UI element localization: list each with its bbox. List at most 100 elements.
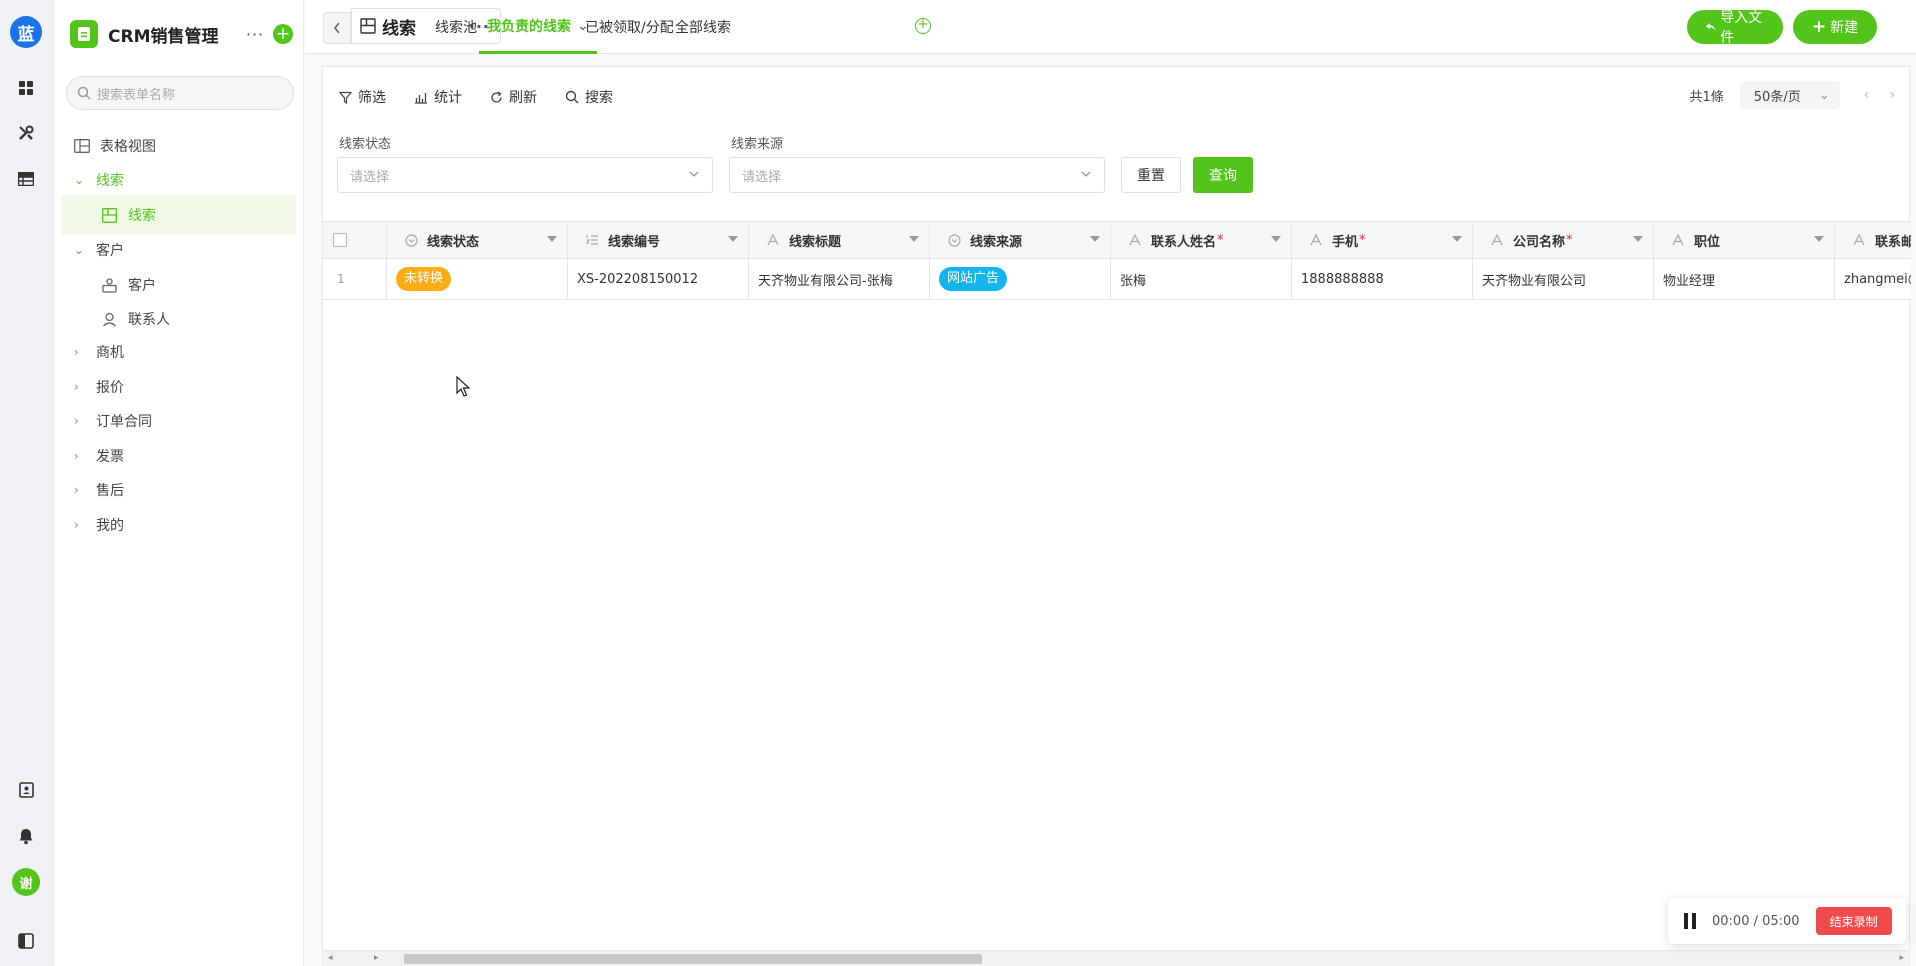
email-cell[interactable]: zhangmei@ (1835, 259, 1911, 299)
column-menu-icon[interactable] (909, 236, 919, 242)
source-filter-select[interactable]: 请选择 (729, 157, 1105, 193)
chevron-right-icon: › (74, 449, 79, 463)
table-row[interactable]: 1 未转换 XS-202208150012 天齐物业有限公司-张梅 网站广告 张… (323, 259, 1911, 300)
refresh-icon (491, 90, 502, 103)
chevron-right-icon: › (74, 345, 79, 359)
tools-icon[interactable] (15, 122, 37, 144)
text-field-icon (767, 234, 783, 246)
column-header[interactable]: 线索状态 (387, 222, 568, 258)
column-header[interactable]: 手机 * (1292, 222, 1473, 258)
status-filter-select[interactable]: 请选择 (337, 157, 713, 193)
new-record-button[interactable]: + 新建 (1793, 10, 1877, 44)
text-field-icon (1853, 234, 1869, 246)
column-header[interactable]: 线索标题 (749, 222, 930, 258)
prev-page-icon[interactable]: ‹ (1864, 87, 1870, 103)
sidebar-group-orders[interactable]: › 订单合同 (62, 401, 296, 441)
source-cell[interactable]: 网站广告 (930, 259, 1111, 299)
filter-button[interactable]: 筛选 (339, 87, 386, 107)
scroll-right-small-icon[interactable]: ▸ (374, 953, 379, 963)
total-count: 共1條 (1689, 89, 1724, 105)
next-page-icon[interactable]: › (1889, 87, 1895, 103)
column-header[interactable]: 线索来源 (930, 222, 1111, 258)
tab-lead-pool[interactable]: 线索池 (435, 0, 477, 54)
pause-icon[interactable] (1684, 913, 1696, 929)
sidebar-group-customers[interactable]: ⌄ 客户 (62, 230, 296, 270)
required-mark: * (1359, 232, 1366, 248)
code-cell[interactable]: XS-202208150012 (568, 259, 749, 299)
customer-icon (102, 276, 120, 294)
bell-icon[interactable] (15, 825, 37, 847)
status-cell[interactable]: 未转换 (387, 259, 568, 299)
add-icon[interactable]: + (273, 24, 293, 44)
recording-widget: 00:00 / 05:00 结束录制 (1668, 898, 1906, 944)
stats-button[interactable]: 统计 (414, 87, 462, 107)
column-header[interactable]: 职位 (1654, 222, 1835, 258)
column-menu-icon[interactable] (547, 236, 557, 242)
column-menu-icon[interactable] (1090, 236, 1100, 242)
grid-icon[interactable] (15, 77, 37, 99)
contact-cell[interactable]: 张梅 (1111, 259, 1292, 299)
recording-time: 00:00 / 05:00 (1712, 913, 1800, 929)
column-header[interactable]: 联系人姓名 * (1111, 222, 1292, 258)
app-icon (70, 20, 98, 48)
sidebar-group-after-sales[interactable]: › 售后 (62, 470, 296, 510)
add-tab-icon[interactable]: + (915, 18, 931, 34)
text-field-icon (1310, 234, 1326, 246)
chevron-right-icon: › (74, 414, 79, 428)
back-button[interactable] (323, 12, 351, 44)
import-file-button[interactable]: 导入文件 (1687, 10, 1783, 46)
chevron-down-icon: ⌄ (1818, 87, 1830, 103)
refresh-button[interactable]: 刷新 (490, 87, 537, 107)
table-header-row: 线索状态 线索编号 线索标题 线索来源 联系人姓名 * 手机 * 公司名称 * … (323, 222, 1911, 259)
stop-recording-button[interactable]: 结束录制 (1815, 907, 1892, 935)
brand-logo[interactable]: 蓝 (10, 16, 42, 48)
column-header[interactable]: 公司名称 * (1473, 222, 1654, 258)
chevron-down-icon (689, 171, 699, 177)
sidebar-group-mine[interactable]: › 我的 (62, 505, 296, 545)
sidebar-group-leads[interactable]: ⌄ 线索 (62, 160, 296, 200)
data-grid: 线索状态 线索编号 线索标题 线索来源 联系人姓名 * 手机 * 公司名称 * … (323, 221, 1911, 966)
sidebar-toggle-icon[interactable] (15, 930, 37, 952)
column-menu-icon[interactable] (1633, 236, 1643, 242)
filter-icon (339, 91, 352, 104)
tab-claimed-assigned[interactable]: 已被领取/分配 (585, 0, 674, 54)
user-avatar[interactable]: 谢 (12, 868, 40, 896)
status-filter-label: 线索状态 (339, 137, 392, 152)
icon-rail: 蓝 谢 (0, 0, 54, 966)
scroll-right-icon[interactable]: ▸ (1899, 953, 1904, 963)
app-title: CRM销售管理 (108, 26, 219, 47)
form-search-input[interactable]: 搜索表单名称 (66, 76, 294, 110)
page-size-select[interactable]: 50条/页 ⌄ (1739, 81, 1840, 109)
column-menu-icon[interactable] (728, 236, 738, 242)
table-icon[interactable] (15, 168, 37, 190)
column-menu-icon[interactable] (1814, 236, 1824, 242)
reset-button[interactable]: 重置 (1121, 157, 1181, 193)
more-icon[interactable]: ··· (243, 25, 267, 44)
chevron-right-icon: › (74, 483, 79, 497)
phone-cell[interactable]: 1888888888 (1292, 259, 1473, 299)
search-button[interactable]: 搜索 (565, 87, 613, 107)
title-cell[interactable]: 天齐物业有限公司-张梅 (749, 259, 930, 299)
horizontal-scrollbar[interactable]: ◂ ▸ ▸ (322, 950, 1910, 966)
column-menu-icon[interactable] (1452, 236, 1462, 242)
select-all-checkbox[interactable] (333, 233, 347, 247)
scroll-left-icon[interactable]: ◂ (328, 953, 333, 963)
contacts-book-icon[interactable] (15, 779, 37, 801)
tab-all-leads[interactable]: 全部线索 (675, 0, 731, 54)
query-button[interactable]: 查询 (1193, 157, 1253, 193)
option-field-icon (948, 233, 964, 247)
text-field-icon (1672, 234, 1688, 246)
column-header[interactable]: 联系邮 (1835, 222, 1911, 258)
sidebar-group-opportunities[interactable]: › 商机 (62, 332, 296, 372)
sidebar-item-leads[interactable]: 线索 (62, 195, 296, 235)
scrollbar-thumb[interactable] (404, 954, 982, 964)
contact-person-icon (102, 310, 120, 328)
column-header[interactable]: 线索编号 (568, 222, 749, 258)
tab-my-leads[interactable]: 我负责的线索 ⌄ (479, 0, 597, 54)
column-menu-icon[interactable] (1271, 236, 1281, 242)
form-view-icon (102, 206, 120, 224)
company-cell[interactable]: 天齐物业有限公司 (1473, 259, 1654, 299)
position-cell[interactable]: 物业经理 (1654, 259, 1835, 299)
chevron-right-icon: › (74, 380, 79, 394)
chevron-left-icon (333, 22, 340, 34)
